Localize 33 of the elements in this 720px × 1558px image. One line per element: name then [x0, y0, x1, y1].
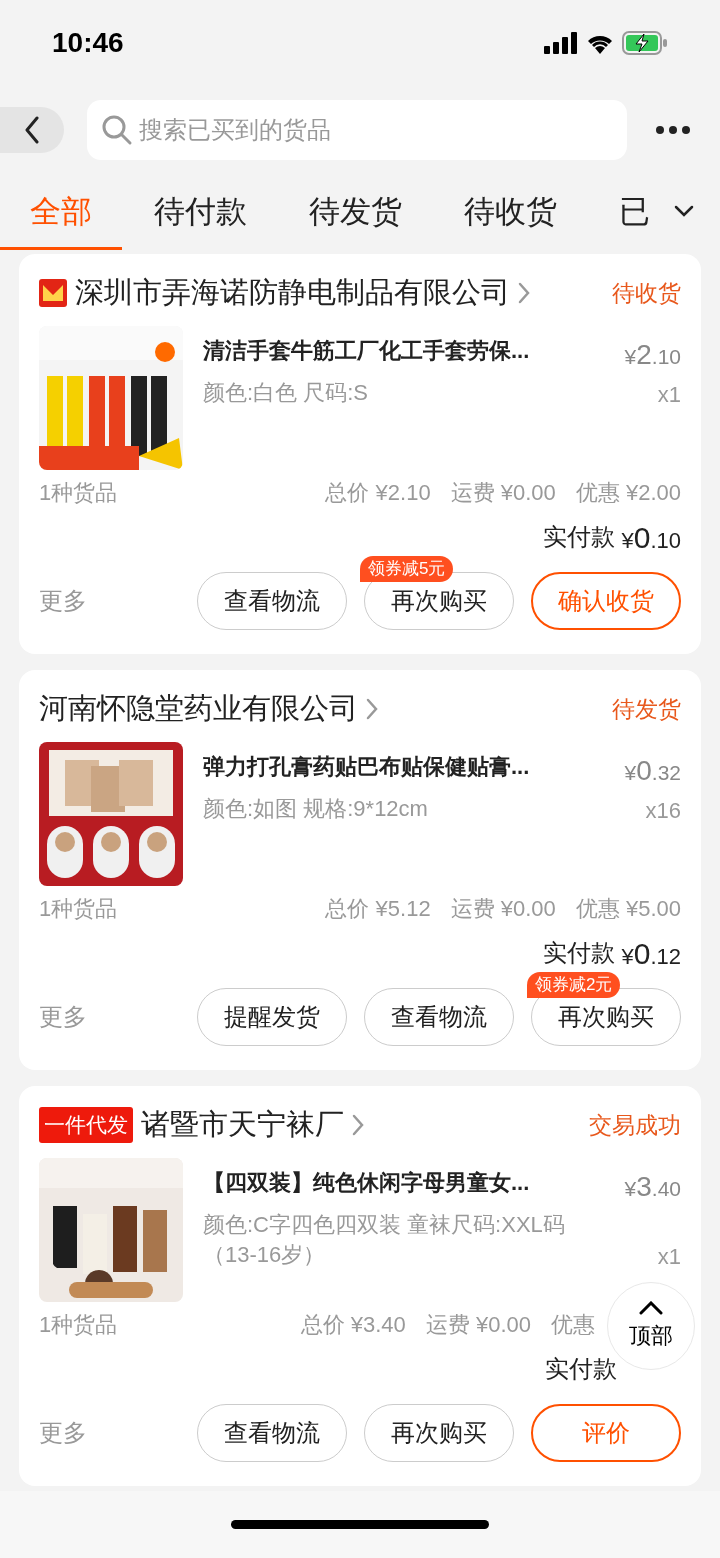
amount-paid: ¥0.12: [621, 935, 681, 972]
total-price: 总价 ¥2.10: [325, 478, 431, 507]
order-status: 交易成功: [589, 1110, 681, 1140]
shop-tag: 一件代发: [39, 1107, 133, 1143]
product-spec: 颜色:C字四色四双装 童袜尺码:XXL码（13-16岁）: [203, 1211, 566, 1269]
shipping-fee: 运费 ¥0.00: [450, 894, 556, 923]
amount-paid: ¥0.10: [621, 519, 681, 556]
clock-time: 10:46: [52, 25, 124, 60]
order-status: 待发货: [612, 694, 681, 724]
coupon-tooltip: 领券减5元: [360, 556, 454, 582]
order-status: 待收货: [612, 278, 681, 308]
unit-price: ¥3.40: [624, 1170, 681, 1204]
unit-price: ¥0.32: [624, 754, 681, 788]
quantity: x16: [645, 797, 681, 825]
quantity: x1: [657, 1243, 681, 1271]
shipping-fee: 运费 ¥0.00: [450, 478, 556, 507]
shipping-fee: 运费 ¥0.00: [425, 1310, 531, 1339]
unit-price: ¥2.10: [624, 338, 681, 372]
product-spec: 颜色:如图 规格:9*12cm: [203, 795, 429, 823]
amount-paid-label: 实付款: [543, 938, 616, 968]
discount: 优惠: [551, 1310, 595, 1339]
item-count: 1种货品: [39, 1310, 118, 1339]
coupon-tooltip: 领券减2元: [527, 972, 621, 998]
product-spec: 颜色:白色 尺码:S: [203, 379, 369, 407]
item-count: 1种货品: [39, 478, 118, 507]
total-price: 总价 ¥5.12: [325, 894, 431, 923]
amount-paid-label: 实付款: [543, 522, 616, 552]
total-price: 总价 ¥3.40: [300, 1310, 406, 1339]
back-to-top-label: 顶部: [629, 1321, 673, 1350]
discount: 优惠 ¥5.00: [575, 894, 681, 923]
item-count: 1种货品: [39, 894, 118, 923]
discount: 优惠 ¥2.00: [575, 478, 681, 507]
quantity: x1: [657, 381, 681, 409]
